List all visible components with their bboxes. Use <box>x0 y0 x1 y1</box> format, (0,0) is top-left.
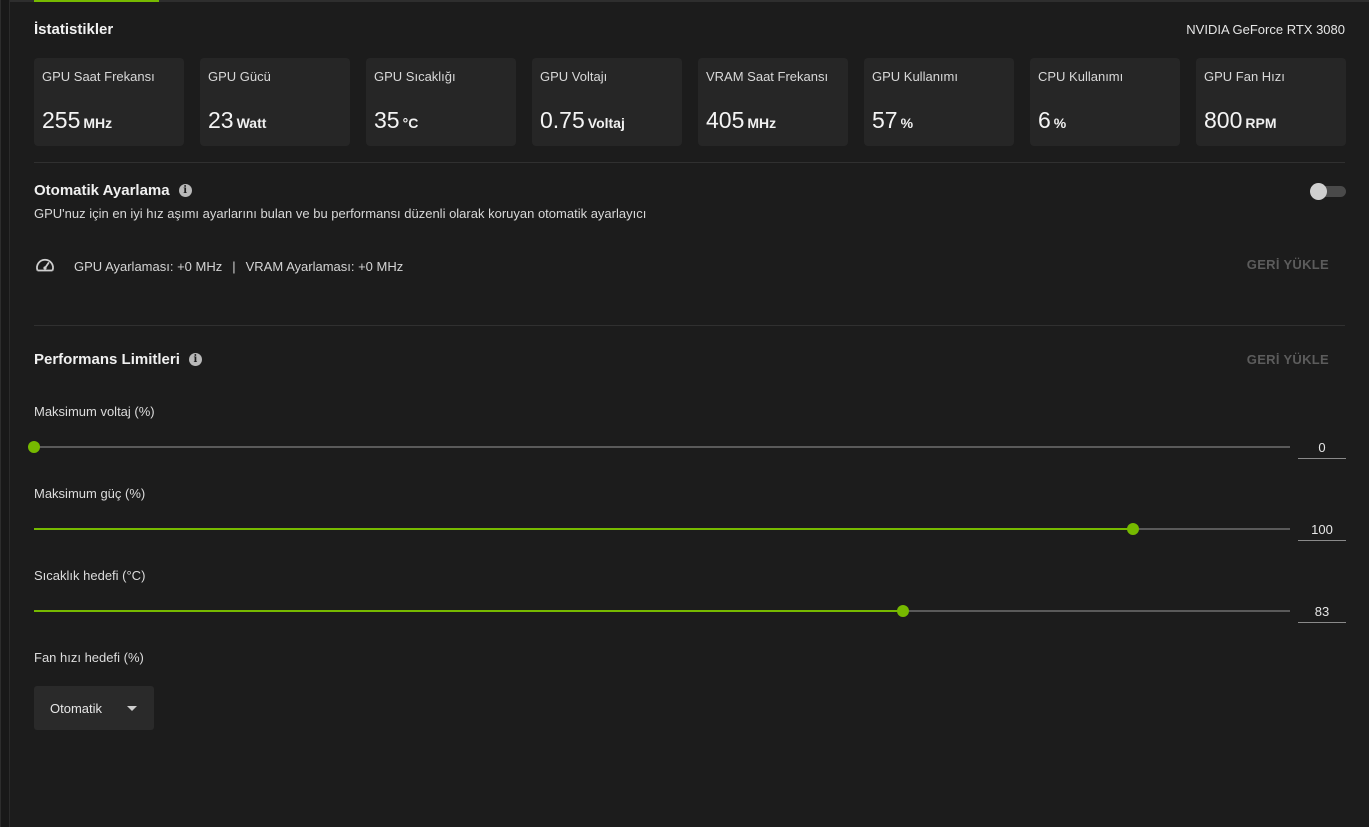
stat-unit: MHz <box>83 115 113 131</box>
stat-unit: Watt <box>236 115 267 131</box>
slider-track <box>34 446 1290 448</box>
stat-label: GPU Gücü <box>208 69 271 84</box>
stat-card-gpu-clock: GPU Saat Frekansı 255 MHz <box>34 58 184 146</box>
auto-tune-description: GPU'nuz için en iyi hız aşımı ayarlarını… <box>34 206 647 221</box>
performance-limits-reset-button[interactable]: GERİ YÜKLE <box>1247 352 1329 367</box>
stats-title: İstatistikler <box>34 21 114 38</box>
temperature-target-label: Sıcaklık hedefi (°C) <box>34 568 146 583</box>
stat-card-gpu-voltage: GPU Voltajı 0.75 Voltaj <box>532 58 682 146</box>
stat-card-gpu-usage: GPU Kullanımı 57% <box>864 58 1014 146</box>
stat-card-cpu-usage: CPU Kullanımı 6% <box>1030 58 1180 146</box>
stat-label: VRAM Saat Frekansı <box>706 69 829 84</box>
max-voltage-label: Maksimum voltaj (%) <box>34 404 155 419</box>
stat-unit: % <box>900 115 914 131</box>
stat-value: 255 <box>42 107 81 133</box>
tuning-summary: GPU Ayarlaması: +0 MHz | VRAM Ayarlaması… <box>34 255 403 277</box>
slider-thumb[interactable] <box>1127 523 1139 535</box>
fan-target-selected: Otomatik <box>50 700 103 716</box>
temperature-target-slider[interactable] <box>34 605 1290 617</box>
temperature-target-value[interactable]: 83 <box>1298 601 1346 623</box>
auto-tune-toggle[interactable] <box>1310 183 1346 200</box>
gpu-tuning-value: GPU Ayarlaması: +0 MHz <box>74 258 223 274</box>
stat-value: 800 <box>1204 107 1243 133</box>
speedometer-icon <box>36 258 54 272</box>
stat-value: 57 <box>872 107 898 133</box>
separator: | <box>232 258 236 274</box>
slider-fill <box>34 610 904 612</box>
slider-thumb[interactable] <box>28 441 40 453</box>
auto-tune-title: Otomatik Ayarlama i <box>34 182 192 199</box>
stat-label: GPU Sıcaklığı <box>374 69 456 84</box>
app-frame: İstatistikler NVIDIA GeForce RTX 3080 GP… <box>0 0 1369 827</box>
max-power-slider[interactable] <box>34 523 1290 535</box>
vram-tuning-value: VRAM Ayarlaması: +0 MHz <box>245 258 404 274</box>
toggle-knob <box>1310 183 1327 200</box>
section-divider <box>34 162 1345 163</box>
stat-label: GPU Kullanımı <box>872 69 958 84</box>
fan-target-dropdown[interactable]: Otomatik <box>34 686 154 730</box>
stat-card-vram-clock: VRAM Saat Frekansı 405 MHz <box>698 58 848 146</box>
fan-target-label: Fan hızı hedefi (%) <box>34 650 144 665</box>
stat-value: 405 <box>706 107 745 133</box>
performance-limits-title-text: Performans Limitleri <box>34 351 180 368</box>
chevron-down-icon <box>127 706 137 711</box>
section-divider <box>34 325 1345 326</box>
stat-label: GPU Voltajı <box>540 69 608 84</box>
stat-unit: °C <box>402 115 419 131</box>
stat-card-gpu-temperature: GPU Sıcaklığı 35 °C <box>366 58 516 146</box>
slider-fill <box>34 528 1133 530</box>
active-tab-indicator <box>34 0 159 2</box>
auto-tune-reset-button[interactable]: GERİ YÜKLE <box>1247 257 1329 272</box>
auto-tune-title-text: Otomatik Ayarlama <box>34 182 170 199</box>
max-voltage-value[interactable]: 0 <box>1298 437 1346 459</box>
stat-label: CPU Kullanımı <box>1038 69 1124 84</box>
stat-value: 23 <box>208 107 234 133</box>
stat-label: GPU Fan Hızı <box>1204 69 1285 84</box>
performance-limits-title: Performans Limitleri i <box>34 351 202 368</box>
stat-value: 0.75 <box>540 107 585 133</box>
max-voltage-slider[interactable] <box>28 441 1290 453</box>
stat-unit: MHz <box>747 115 777 131</box>
gpu-name: NVIDIA GeForce RTX 3080 <box>1186 22 1345 37</box>
stat-unit: RPM <box>1245 115 1277 131</box>
info-icon[interactable]: i <box>188 353 202 366</box>
stats-cards: GPU Saat Frekansı 255 MHz GPU Gücü 23 Watt… <box>34 58 1346 146</box>
top-border <box>10 0 1369 2</box>
stat-card-fan-speed: GPU Fan Hızı 800 RPM <box>1196 58 1346 146</box>
stat-unit: % <box>1053 115 1067 131</box>
stat-label: GPU Saat Frekansı <box>42 69 155 84</box>
max-power-value[interactable]: 100 <box>1298 519 1346 541</box>
stat-value: 6 <box>1038 107 1051 133</box>
left-edge <box>1 0 10 827</box>
stat-card-gpu-power: GPU Gücü 23 Watt <box>200 58 350 146</box>
info-icon[interactable]: i <box>178 184 192 197</box>
stat-unit: Voltaj <box>587 115 625 131</box>
stat-value: 35 <box>374 107 400 133</box>
max-power-label: Maksimum güç (%) <box>34 486 146 501</box>
slider-thumb[interactable] <box>897 605 910 617</box>
